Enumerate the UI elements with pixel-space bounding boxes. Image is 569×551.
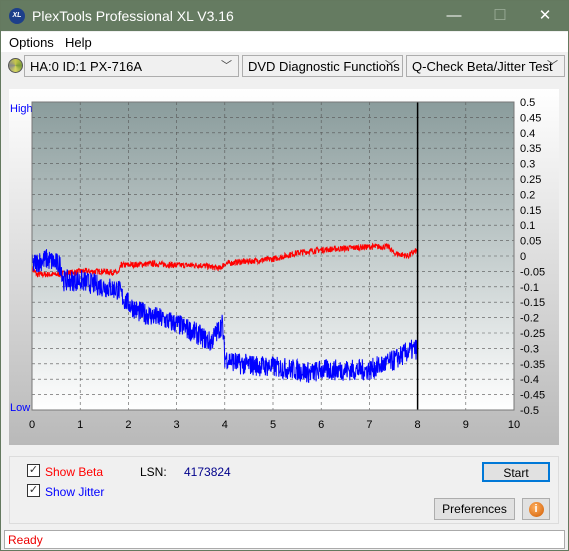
show-jitter-checkbox[interactable]: ✓ (27, 484, 40, 497)
y-tick-label: 0.5 (520, 97, 535, 109)
y-tick-label: 0.35 (520, 143, 541, 155)
status-bar: Ready (4, 530, 565, 549)
start-button[interactable]: Start (482, 462, 550, 482)
y-tick-label: 0.45 (520, 112, 541, 124)
info-button[interactable]: i (522, 498, 550, 520)
y-tick-label: -0.15 (520, 297, 545, 309)
y-tick-label: -0.3 (520, 343, 539, 355)
x-tick-label: 5 (270, 419, 276, 431)
lsn-value: 4173824 (184, 465, 231, 479)
y-tick-label: 0.3 (520, 159, 535, 171)
beta-jitter-chart: 0 1 2 3 4 5 6 7 8 9 10 0.5 0.45 0.4 0.35 0.3 0.25 0.2 0.15… (10, 97, 545, 431)
x-tick-label: 1 (77, 419, 83, 431)
y-tick-label: 0.15 (520, 205, 541, 217)
info-icon: i (528, 502, 544, 517)
x-tick-label: 3 (174, 419, 180, 431)
x-tick-label: 10 (508, 419, 520, 431)
y-high-label: High (10, 103, 33, 115)
y-tick-label: -0.45 (520, 390, 545, 402)
y-tick-label: -0.4 (520, 374, 539, 386)
y-tick-label: -0.1 (520, 282, 539, 294)
x-tick-label: 2 (125, 419, 131, 431)
y-tick-label: 0.05 (520, 236, 541, 248)
y-tick-label: 0.2 (520, 189, 535, 201)
y-tick-label: 0.1 (520, 220, 535, 232)
y-tick-label: 0 (520, 251, 526, 263)
y-tick-label: -0.25 (520, 328, 545, 340)
preferences-button[interactable]: Preferences (434, 498, 515, 520)
status-text: Ready (8, 533, 43, 547)
x-tick-label: 0 (29, 419, 35, 431)
lsn-label: LSN: (140, 465, 167, 479)
app-window: XL PlexTools Professional XL V3.16 — ☐ ✕… (0, 0, 569, 551)
x-tick-label: 6 (318, 419, 324, 431)
x-tick-label: 9 (463, 419, 469, 431)
y-tick-label: -0.2 (520, 313, 539, 325)
y-tick-label: 0.25 (520, 174, 541, 186)
y-tick-label: -0.5 (520, 405, 539, 417)
y-low-label: Low (10, 402, 30, 414)
show-jitter-label[interactable]: Show Jitter (45, 485, 104, 499)
x-tick-label: 4 (222, 419, 228, 431)
y-tick-label: -0.05 (520, 266, 545, 278)
y-tick-label: -0.35 (520, 359, 545, 371)
x-tick-label: 7 (366, 419, 372, 431)
x-tick-label: 8 (415, 419, 421, 431)
show-beta-label[interactable]: Show Beta (45, 465, 103, 479)
show-beta-checkbox[interactable]: ✓ (27, 464, 40, 477)
y-tick-label: 0.4 (520, 128, 535, 140)
